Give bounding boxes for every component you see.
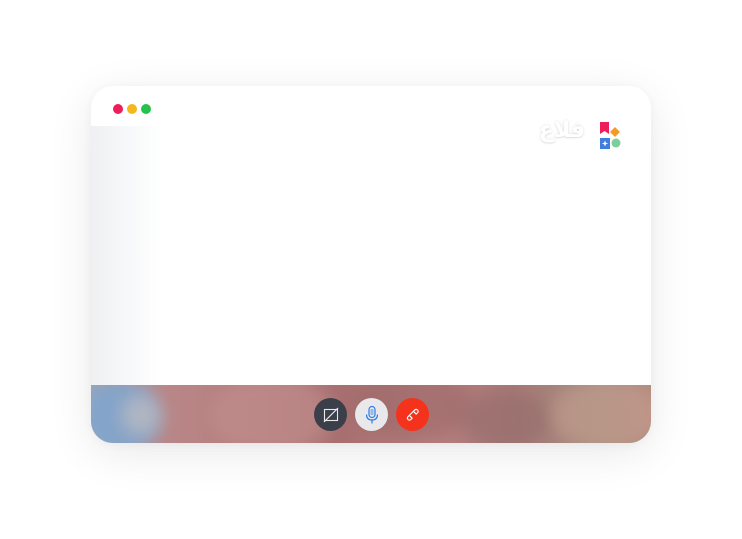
camera-toggle-button[interactable] (314, 398, 347, 431)
video-blur-shape (211, 385, 331, 443)
brand-logo-icon (600, 122, 621, 149)
video-feed-strip (91, 385, 651, 443)
hang-up-button[interactable] (396, 398, 429, 431)
page-background: قلاع (0, 0, 742, 539)
video-blur-shape (461, 390, 551, 443)
brand-logo-text: قلاع (538, 118, 585, 143)
app-window: قلاع (91, 86, 651, 443)
call-controls (314, 398, 429, 431)
video-blur-shape (121, 395, 161, 435)
microphone-icon (365, 405, 378, 423)
microphone-toggle-button[interactable] (355, 398, 388, 431)
phone-hangup-icon (406, 408, 419, 421)
camera-off-icon (323, 407, 338, 422)
video-blur-shape (551, 385, 651, 443)
